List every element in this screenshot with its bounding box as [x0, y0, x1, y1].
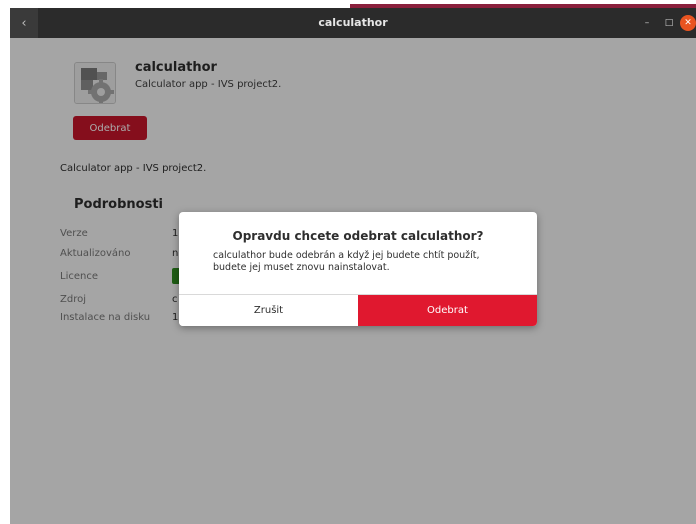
confirm-remove-button[interactable]: Odebrat [358, 295, 537, 326]
titlebar: ‹ calculathor – □ ✕ [10, 8, 696, 38]
close-button[interactable]: ✕ [680, 15, 696, 31]
dialog-title: Opravdu chcete odebrat calculathor? [232, 229, 484, 243]
minimize-icon: – [644, 18, 650, 28]
cancel-button[interactable]: Zrušit [179, 295, 358, 326]
maximize-button[interactable]: □ [660, 14, 678, 32]
maximize-icon: □ [664, 18, 674, 28]
close-icon: ✕ [684, 18, 692, 28]
minimize-button[interactable]: – [638, 14, 656, 32]
dialog-message: calculathor bude odebrán a když jej bude… [213, 250, 480, 273]
dialog-button-bar: Zrušit Odebrat [179, 294, 537, 326]
window-title: calculathor [318, 16, 388, 29]
app-details-page: calculathor Calculator app - IVS project… [10, 38, 696, 524]
app-window: ‹ calculathor – □ ✕ calculathor Calculat… [10, 8, 696, 524]
remove-confirm-dialog: Opravdu chcete odebrat calculathor? calc… [179, 212, 537, 326]
